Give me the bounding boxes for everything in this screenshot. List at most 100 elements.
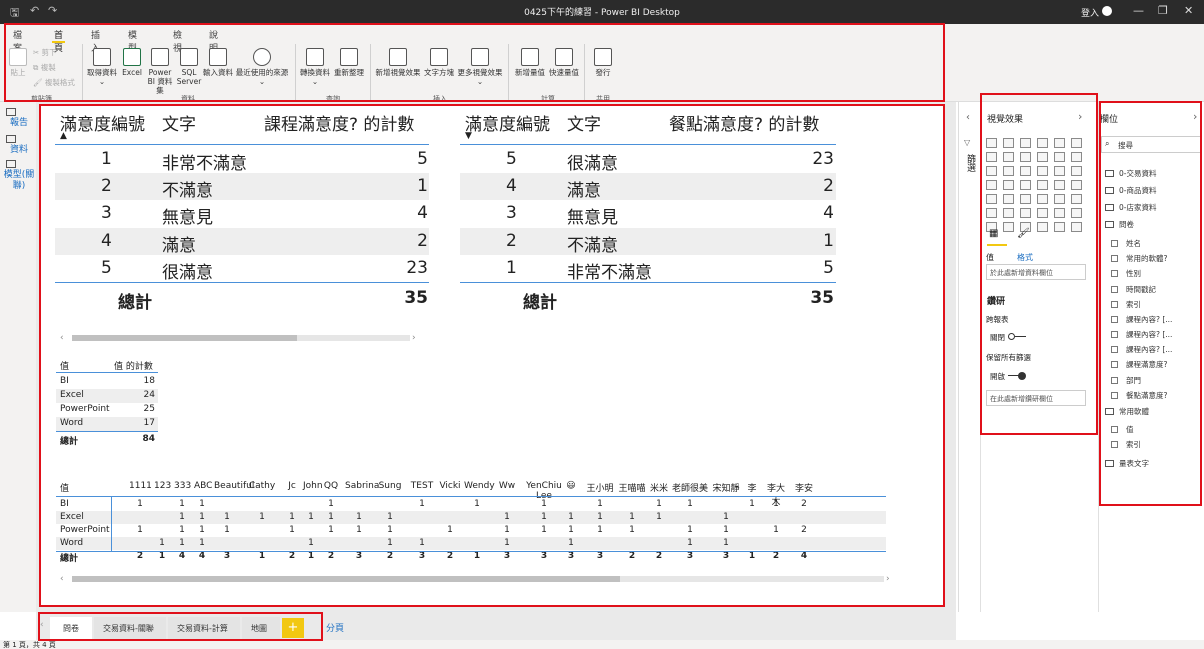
visual-type-icon[interactable] [1054,138,1065,148]
scroll-left-icon[interactable]: ‹ [60,574,64,584]
row-header[interactable]: PowerPoint [60,525,110,535]
checkbox[interactable] [1111,301,1118,308]
row-header[interactable]: 總計 [60,551,78,564]
page-tab-transactions-relations[interactable]: 交易資料-關聯 [94,617,166,639]
visual-type-icon[interactable] [1003,194,1014,204]
col-header-text[interactable]: 文字 [162,110,196,135]
refresh-button[interactable]: 重新整理 [332,48,366,77]
column-header[interactable]: 1111 [129,481,152,491]
visual-type-icon[interactable] [1003,166,1014,176]
enter-data-button[interactable]: 輸入資料 [202,48,234,77]
scroll-left-icon[interactable]: ‹ [60,333,64,343]
visual-type-icon[interactable] [1003,208,1014,218]
field-item[interactable]: 部門 [1111,375,1141,386]
filters-pane-collapsed[interactable]: ‹ ▽ 篩選 [958,102,980,612]
column-header[interactable]: 王小明 [586,481,614,494]
paste-button[interactable]: 貼上 [6,48,30,77]
checkbox[interactable] [1111,361,1118,368]
checkbox[interactable] [1111,316,1118,323]
nav-model[interactable]: 模型(關聯) [2,160,36,192]
visual-type-icon[interactable] [986,166,997,176]
field-item[interactable]: 索引 [1111,439,1141,450]
col-header-count[interactable]: 餐點滿意度? 的計數 [669,110,819,135]
drill-drop-well[interactable]: 在此處新增鑽研欄位 [986,390,1086,406]
visual-type-icon[interactable] [1054,152,1065,162]
login-button[interactable]: 登入 [1081,6,1099,19]
filters-label[interactable]: 篩選 [964,154,977,172]
column-header[interactable]: 😃 [564,481,578,491]
visual-type-icon[interactable] [1020,194,1031,204]
nav-data[interactable]: 資料 [2,135,36,156]
row-header[interactable]: BI [60,499,69,509]
horizontal-scrollbar[interactable] [72,576,884,582]
row-header[interactable]: Word [60,538,83,548]
column-header[interactable]: Sung [376,481,404,491]
visual-type-icon[interactable] [1037,180,1048,190]
chevron-right-icon[interactable]: › [1193,110,1197,123]
field-table[interactable]: 0-店家資料 [1105,202,1156,213]
visual-type-icon[interactable] [1071,152,1082,162]
sort-desc-icon[interactable]: ▼ [465,131,472,141]
field-table[interactable]: 常用軟體 [1105,406,1149,417]
column-header[interactable]: 333 [174,481,191,491]
column-header[interactable]: 李安 [793,481,815,494]
column-header[interactable]: YenChiu Lee [525,481,563,501]
field-item[interactable]: 餐點滿意度? [1111,390,1167,401]
format-painter-button[interactable]: 🖌 複製格式 [33,78,77,87]
column-header[interactable]: 123 [154,481,171,491]
visual-type-icon[interactable] [986,152,997,162]
col-header-id[interactable]: 滿意度編號 [60,110,145,135]
checkbox[interactable] [1111,392,1118,399]
chevron-right-icon[interactable]: › [1078,110,1082,123]
visual-type-icon[interactable] [986,180,997,190]
minimize-button[interactable]: — [1133,4,1144,17]
visual-type-icon[interactable] [1054,208,1065,218]
cut-button[interactable]: ✂ 剪下 [33,48,73,57]
visual-type-icon[interactable] [1071,222,1082,232]
col-header-text[interactable]: 文字 [567,110,601,135]
column-header[interactable]: 王喵喵 [618,481,646,494]
column-header[interactable]: Vicki [438,481,462,491]
column-header[interactable]: 李 [745,481,759,494]
cross-report-toggle[interactable] [1008,333,1026,341]
search-box[interactable]: ⌕ 搜尋 [1101,136,1201,153]
visual-type-icon[interactable] [1003,222,1014,232]
visual-type-icon[interactable] [1020,138,1031,148]
column-header[interactable]: 宋知靜 [712,481,740,494]
field-item[interactable]: 常用的軟體? [1111,253,1167,264]
visual-type-icon[interactable] [1071,194,1082,204]
visual-type-icon[interactable] [1071,166,1082,176]
quick-measure-button[interactable]: 快速量值 [548,48,580,77]
copy-button[interactable]: ⧉ 複製 [33,63,73,72]
column-header[interactable]: John [303,481,323,491]
publish-button[interactable]: 發行 [588,48,618,77]
visual-type-icon[interactable] [1037,222,1048,232]
checkbox[interactable] [1111,240,1118,247]
col-header-id[interactable]: 滿意度編號 [465,110,550,135]
visual-type-icon[interactable] [1037,152,1048,162]
horizontal-scrollbar[interactable] [72,335,410,341]
get-data-button[interactable]: 取得資料 ⌄ [86,48,118,86]
field-table[interactable]: 0-交易資料 [1105,168,1156,179]
sql-server-button[interactable]: SQL Server [176,48,202,86]
visual-type-icon[interactable] [1020,152,1031,162]
scroll-right-icon[interactable]: › [412,333,416,343]
more-visuals-button[interactable]: 更多視覺效果 ⌄ [456,48,504,86]
checkbox[interactable] [1111,331,1118,338]
sort-asc-icon[interactable]: ▲ [60,131,67,141]
visual-type-icon[interactable] [1071,208,1082,218]
visual-type-icon[interactable] [1037,166,1048,176]
field-item[interactable]: 索引 [1111,299,1141,310]
col-header-value[interactable]: 值 [60,359,69,372]
column-header[interactable]: ABC [194,481,212,491]
close-button[interactable]: ✕ [1184,4,1193,17]
page-tab-map[interactable]: 地圖 [242,617,280,639]
visual-type-icon[interactable] [986,138,997,148]
visual-type-icon[interactable] [1020,208,1031,218]
column-header[interactable]: 老師很美 [672,481,708,494]
new-visual-button[interactable]: 新增視覺效果 [374,48,422,77]
visual-type-icon[interactable] [1054,194,1065,204]
visual-type-icon[interactable] [1003,138,1014,148]
scroll-left-icon[interactable]: ‹ [40,620,44,630]
visual-type-icon[interactable] [1037,138,1048,148]
